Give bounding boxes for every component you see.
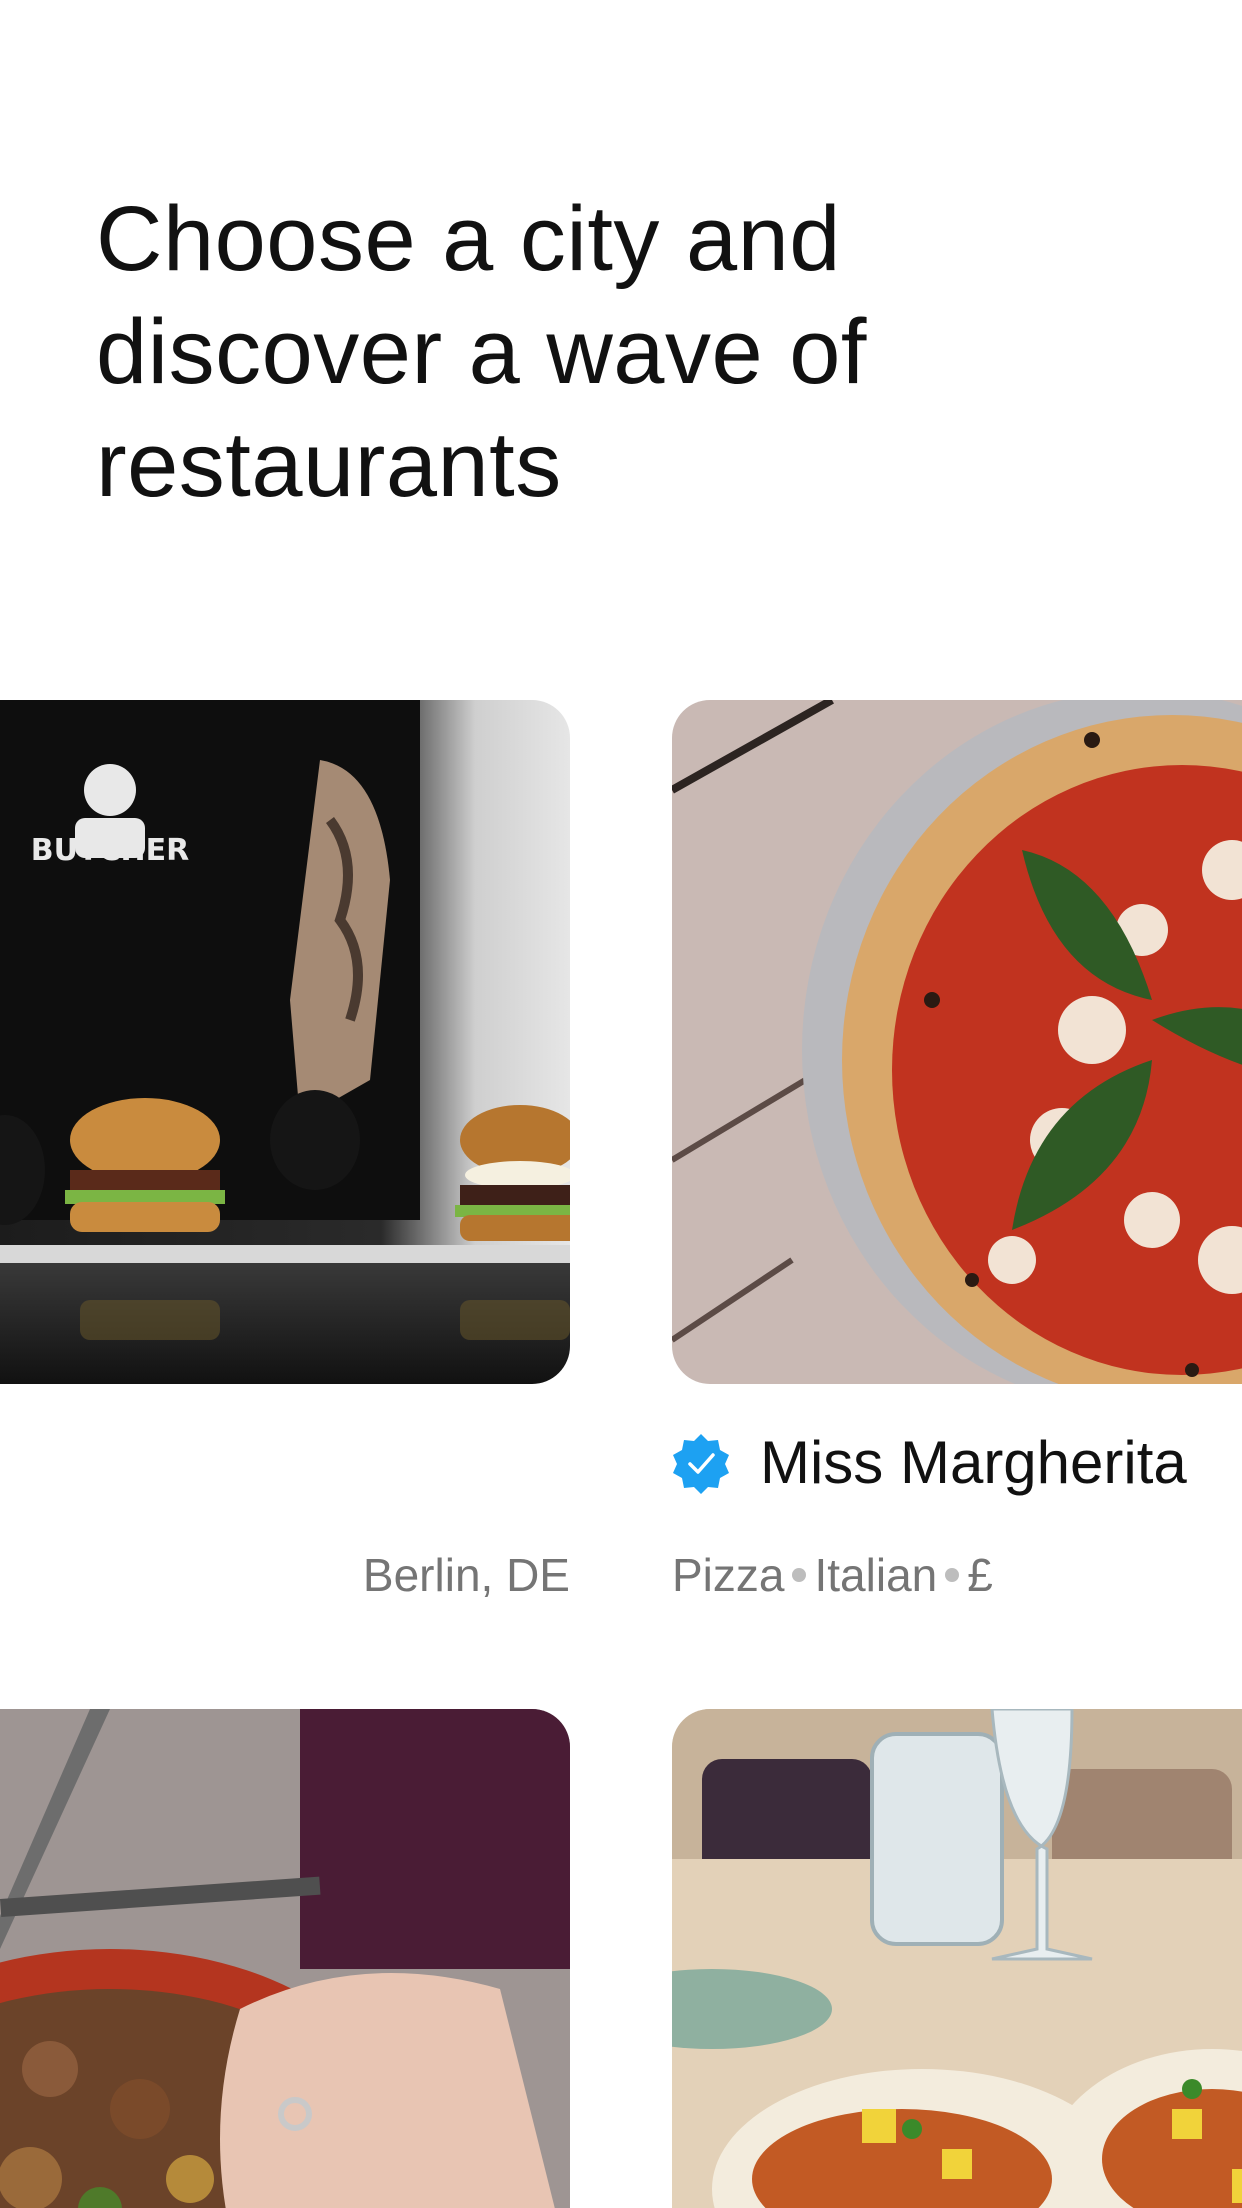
restaurant-card-image-pizza[interactable]: [672, 700, 1242, 1384]
meat-stew-photo: [0, 1709, 570, 2208]
restaurant-card-image-stew[interactable]: [0, 1709, 570, 2208]
svg-text:BUTCHER: BUTCHER: [31, 833, 189, 868]
restaurant-name[interactable]: Miss Margherita: [760, 1425, 1187, 1501]
restaurant-discovery-screen: Choose a city and discover a wave of res…: [0, 0, 1242, 2208]
page-title: Choose a city and discover a wave of res…: [96, 183, 996, 522]
verified-badge-icon: [673, 1434, 729, 1494]
tacos-photo: [672, 1709, 1242, 2208]
burger-photo: BUTCHER: [0, 700, 570, 1384]
tag-cuisine-2: Italian: [814, 1549, 938, 1601]
pizza-photo: [672, 700, 1242, 1384]
separator-dot: [945, 1567, 960, 1582]
title-line-2: discover a wave of: [96, 301, 867, 403]
restaurant-card-image-tacos[interactable]: [672, 1709, 1242, 2208]
restaurant-tags: Pizza Italian £: [672, 1545, 993, 1605]
separator-dot: [792, 1567, 807, 1582]
restaurant-location: Berlin, DE: [362, 1549, 570, 1601]
title-line-3: restaurants: [96, 414, 562, 516]
tag-price: £: [967, 1549, 993, 1601]
restaurant-card-image-burger[interactable]: BUTCHER: [0, 700, 570, 1384]
tag-cuisine-1: Pizza: [672, 1549, 785, 1601]
title-line-1: Choose a city and: [96, 188, 841, 290]
